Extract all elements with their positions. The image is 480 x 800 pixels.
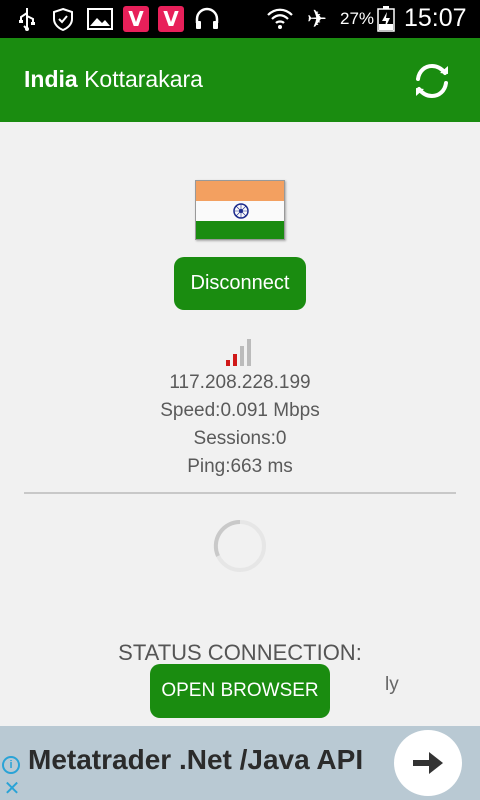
divider bbox=[24, 492, 456, 494]
vivo-app-icon: V bbox=[158, 6, 184, 32]
ad-close-icon[interactable]: ✕ bbox=[2, 776, 22, 800]
refresh-button[interactable] bbox=[408, 60, 456, 102]
signal-strength-icon bbox=[226, 339, 251, 366]
ip-address: 117.208.228.199 bbox=[169, 372, 311, 393]
shield-icon bbox=[50, 6, 76, 32]
vivo-app-icon: V bbox=[123, 6, 149, 32]
app-bar: India Kottarakara bbox=[0, 38, 480, 122]
ad-banner[interactable]: Metatrader .Net /Java API i ✕ bbox=[0, 726, 480, 800]
ad-text[interactable]: Metatrader .Net /Java API bbox=[28, 744, 363, 776]
refresh-icon bbox=[416, 63, 448, 99]
clock: 15:07 bbox=[404, 4, 467, 32]
usb-icon bbox=[14, 6, 40, 32]
status-connection-title: STATUS CONNECTION: bbox=[118, 640, 362, 665]
city-name: Kottarakara bbox=[84, 66, 203, 92]
arrow-right-icon bbox=[413, 752, 443, 774]
disconnect-button[interactable]: Disconnect bbox=[174, 257, 306, 310]
india-flag bbox=[195, 180, 285, 240]
country-name: India bbox=[24, 66, 78, 92]
ping-text: Ping:663 ms bbox=[187, 456, 293, 477]
speed-text: Speed:0.091 Mbps bbox=[160, 400, 320, 421]
sessions-text: Sessions:0 bbox=[193, 428, 287, 449]
loading-spinner bbox=[213, 519, 266, 572]
status-bar: V V ✈ 27% 15:07 bbox=[0, 0, 480, 38]
battery-percent: 27% bbox=[340, 9, 375, 28]
ad-info-icon[interactable]: i bbox=[2, 756, 20, 774]
headset-icon bbox=[193, 6, 221, 32]
open-browser-button[interactable]: OPEN BROWSER bbox=[150, 664, 330, 718]
battery-charging-icon bbox=[376, 6, 396, 32]
page-title: India Kottarakara bbox=[24, 66, 203, 93]
wifi-icon bbox=[266, 6, 294, 32]
image-icon bbox=[86, 6, 114, 32]
airplane-icon: ✈ bbox=[306, 5, 328, 33]
ad-arrow-button[interactable] bbox=[394, 730, 462, 796]
